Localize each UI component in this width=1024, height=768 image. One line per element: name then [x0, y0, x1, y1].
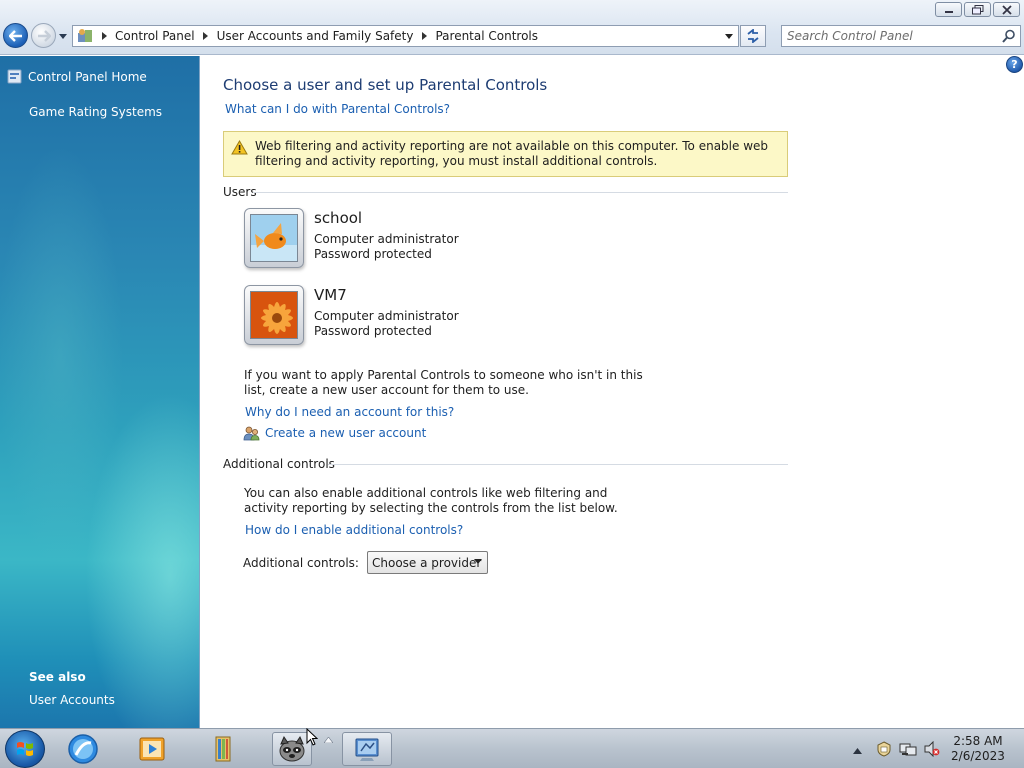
page-title: Choose a user and set up Parental Contro…: [223, 76, 548, 94]
user-name[interactable]: VM7: [314, 286, 347, 304]
network-icon[interactable]: [899, 741, 917, 760]
file-explorer-icon: [215, 736, 231, 762]
chevron-down-icon: [474, 559, 482, 564]
user-card-vm7[interactable]: VM7 Computer administrator Password prot…: [244, 285, 484, 349]
create-account-row[interactable]: Create a new user account: [243, 425, 426, 441]
new-user-hint: If you want to apply Parental Controls t…: [244, 368, 643, 397]
control-panel-icon: [78, 29, 92, 42]
avatar[interactable]: [244, 285, 304, 345]
warning-icon: [231, 140, 248, 155]
chevron-down-icon: [59, 33, 67, 39]
control-panel-home-label: Control Panel Home: [28, 69, 147, 84]
action-center-icon[interactable]: [876, 741, 892, 760]
warning-banner: Web filtering and activity reporting are…: [223, 131, 788, 177]
internet-explorer-icon: [68, 734, 98, 764]
game-rating-systems-link[interactable]: Game Rating Systems: [29, 105, 162, 119]
help-button[interactable]: ?: [1006, 56, 1023, 73]
additional-divider: [328, 464, 788, 465]
task-pane: Control Panel Home Game Rating Systems S…: [0, 56, 200, 728]
user-accounts-link[interactable]: User Accounts: [29, 693, 115, 707]
additional-controls-label: Additional controls:: [243, 556, 359, 570]
control-panel-home-link[interactable]: Control Panel Home: [7, 69, 147, 84]
media-player-icon: [139, 737, 165, 761]
help-icon: ?: [1011, 58, 1018, 71]
refresh-button[interactable]: [740, 25, 766, 47]
arrow-right-icon: [37, 29, 51, 42]
close-icon: [1001, 4, 1012, 15]
address-dropdown-button[interactable]: [722, 30, 736, 42]
media-player-button[interactable]: [132, 732, 172, 766]
file-explorer-button[interactable]: [202, 732, 242, 766]
user-name[interactable]: school: [314, 209, 362, 227]
clock-date: 2/6/2023: [951, 749, 1005, 763]
volume-muted-icon[interactable]: [923, 740, 941, 760]
recent-pages-button[interactable]: [58, 31, 68, 41]
warning-text: Web filtering and activity reporting are…: [255, 139, 769, 168]
create-user-account-link[interactable]: Create a new user account: [265, 426, 426, 440]
user-role: Computer administrator: [314, 309, 459, 323]
goldfish-picture: [250, 214, 298, 262]
address-bar[interactable]: Control Panel User Accounts and Family S…: [72, 25, 739, 47]
system-clock[interactable]: 2:58 AM 2/6/2023: [945, 734, 1011, 764]
window-chrome: Control Panel User Accounts and Family S…: [0, 0, 1024, 55]
user-status: Password protected: [314, 324, 432, 338]
taskbar: 2:58 AM 2/6/2023: [0, 728, 1024, 768]
provider-select[interactable]: Choose a provider: [367, 551, 488, 574]
search-icon[interactable]: [1002, 29, 1016, 43]
control-panel-home-icon: [7, 69, 22, 84]
why-need-account-link[interactable]: Why do I need an account for this?: [245, 405, 454, 419]
additional-controls-heading: Additional controls: [223, 457, 335, 471]
raccoon-app-icon: [279, 735, 305, 762]
breadcrumb-parental-controls[interactable]: Parental Controls: [430, 29, 543, 43]
windows-logo-icon: [17, 742, 33, 756]
what-can-i-do-link[interactable]: What can I do with Parental Controls?: [225, 102, 450, 116]
breadcrumb-user-accounts[interactable]: User Accounts and Family Safety: [212, 29, 419, 43]
user-status: Password protected: [314, 247, 432, 261]
breadcrumb-separator[interactable]: [98, 32, 110, 40]
show-hidden-icons-button[interactable]: [853, 743, 862, 757]
search-input[interactable]: [787, 27, 997, 45]
maximize-button[interactable]: [964, 2, 991, 17]
start-button[interactable]: [5, 730, 45, 768]
minimize-icon: [944, 10, 953, 13]
caption-buttons: [935, 2, 1020, 17]
jumplist-arrow-icon[interactable]: [323, 732, 334, 746]
additional-controls-text: You can also enable additional controls …: [244, 486, 618, 515]
mouse-cursor-icon: [306, 727, 319, 749]
chevron-up-icon: [853, 748, 862, 754]
control-panel-window-button[interactable]: [342, 732, 392, 766]
arrow-left-icon: [8, 29, 22, 42]
user-card-school[interactable]: school Computer administrator Password p…: [244, 208, 484, 272]
users-divider: [253, 192, 788, 193]
breadcrumb-separator[interactable]: [418, 32, 430, 40]
see-also-heading: See also: [29, 670, 86, 684]
forward-button[interactable]: [31, 23, 56, 48]
chevron-down-icon: [725, 33, 733, 39]
back-button[interactable]: [3, 23, 28, 48]
users-icon: [243, 426, 260, 441]
restore-icon: [971, 4, 983, 14]
control-panel-icon: [355, 738, 379, 761]
breadcrumb-control-panel[interactable]: Control Panel: [110, 29, 200, 43]
user-role: Computer administrator: [314, 232, 459, 246]
search-box[interactable]: [781, 25, 1021, 47]
minimize-button[interactable]: [935, 2, 962, 17]
refresh-icon: [747, 29, 759, 43]
internet-explorer-button[interactable]: [63, 732, 103, 766]
breadcrumb-separator[interactable]: [200, 32, 212, 40]
clock-time: 2:58 AM: [953, 734, 1003, 748]
provider-select-value: Choose a provider: [372, 555, 482, 570]
users-heading: Users: [223, 185, 257, 199]
flower-picture: [250, 291, 298, 339]
close-button[interactable]: [993, 2, 1020, 17]
how-enable-controls-link[interactable]: How do I enable additional controls?: [245, 523, 463, 537]
avatar[interactable]: [244, 208, 304, 268]
